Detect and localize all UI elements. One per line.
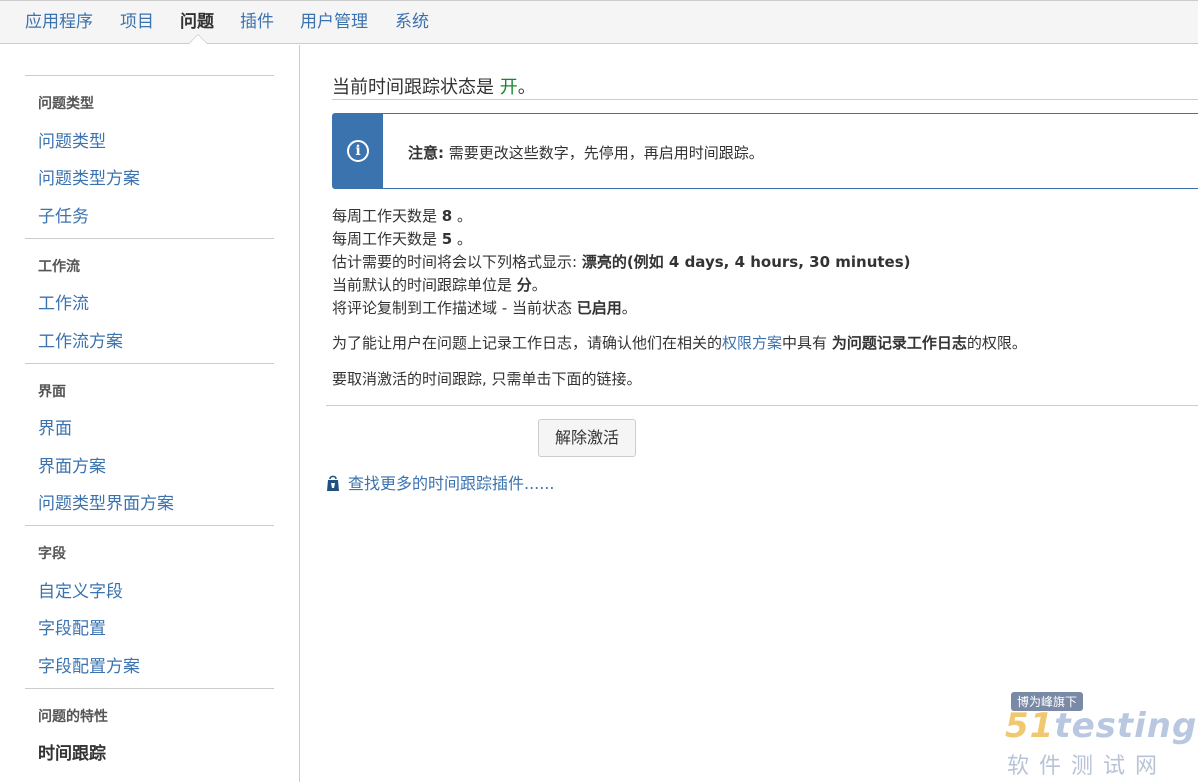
permission-schemes-link[interactable]: 权限方案 [722, 334, 782, 352]
status-value: 开 [499, 77, 518, 98]
sidebar-heading-issue-features: 问题的特性 [38, 709, 108, 725]
sidebar-divider [25, 688, 274, 689]
deactivate-note: 要取消激活的时间跟踪, 只需单击下面的链接。 [332, 370, 642, 388]
setting-value: 分 [516, 276, 532, 294]
setting-label: 每周工作天数是 [332, 207, 442, 225]
setting-label: 估计需要的时间将会以下列格式显示: [332, 253, 582, 271]
content-divider [326, 405, 1198, 406]
info-icon: i [347, 140, 369, 162]
setting-copy-comment: 将评论复制到工作描述域 - 当前状态 已启用。 [332, 297, 637, 318]
admin-sidebar: 问题类型 问题类型 问题类型方案 子任务 工作流 工作流 工作流方案 界面 界面… [0, 45, 300, 782]
sidebar-item-time-tracking[interactable]: 时间跟踪 [38, 739, 106, 764]
deactivate-button[interactable]: 解除激活 [538, 419, 636, 457]
permission-note: 为了能让用户在问题上记录工作日志，请确认他们在相关的权限方案中具有 为问题记录工… [332, 332, 1027, 353]
sidebar-item-screen-schemes[interactable]: 界面方案 [38, 452, 106, 477]
sidebar-item-workflows[interactable]: 工作流 [38, 289, 89, 314]
setting-time-format: 估计需要的时间将会以下列格式显示: 漂亮的(例如 4 days, 4 hours… [332, 251, 911, 272]
tab-system[interactable]: 系统 [395, 7, 429, 32]
setting-label: 当前默认的时间跟踪单位是 [332, 276, 517, 294]
setting-suffix: 。 [452, 230, 472, 248]
sidebar-heading-issue-types: 问题类型 [38, 96, 94, 112]
setting-working-days-per-week: 每周工作天数是 5 。 [332, 228, 472, 249]
setting-value: 8 [441, 207, 453, 225]
watermark-logo-number: 51 [1005, 706, 1055, 746]
info-notice: i 注意: 需要更改这些数字，先停用，再启用时间跟踪。 [332, 113, 1198, 189]
notice-message: 注意: 需要更改这些数字，先停用，再启用时间跟踪。 [408, 142, 764, 163]
sidebar-heading-workflows: 工作流 [38, 259, 80, 275]
setting-label: 将评论复制到工作描述域 - 当前状态 [332, 299, 577, 317]
find-plugins-link[interactable]: 查找更多的时间跟踪插件...... [326, 470, 555, 494]
watermark-logo: 51testing [1005, 706, 1197, 746]
header-divider [332, 99, 1198, 100]
setting-value: 漂亮的(例如 4 days, 4 hours, 30 minutes) [581, 253, 911, 271]
time-tracking-status: 当前时间跟踪状态是 开。 [332, 73, 536, 99]
sidebar-divider [25, 75, 274, 76]
find-plugins-text: 查找更多的时间跟踪插件...... [348, 474, 555, 493]
main-content: 当前时间跟踪状态是 开。 i 注意: 需要更改这些数字，先停用，再启用时间跟踪。… [300, 45, 1198, 782]
notice-label: 注意: [408, 144, 444, 162]
sidebar-item-screens[interactable]: 界面 [38, 414, 72, 439]
setting-value: 5 [441, 230, 453, 248]
setting-value: 已启用 [576, 299, 622, 317]
sidebar-item-custom-fields[interactable]: 自定义字段 [38, 577, 123, 602]
sidebar-item-issue-types[interactable]: 问题类型 [38, 127, 106, 152]
sidebar-divider [25, 363, 274, 364]
top-navigation: 应用程序 项目 问题 插件 用户管理 系统 [0, 0, 1198, 44]
status-prefix: 当前时间跟踪状态是 [332, 77, 500, 98]
tab-plugins[interactable]: 插件 [240, 7, 274, 32]
status-suffix: 。 [517, 77, 536, 98]
setting-working-days: 每周工作天数是 8 。 [332, 205, 472, 226]
sidebar-item-issue-type-screen-schemes[interactable]: 问题类型界面方案 [38, 489, 174, 514]
active-tab-indicator-fill [189, 35, 207, 44]
setting-suffix: 。 [621, 299, 637, 317]
permission-note-suffix: 的权限。 [966, 334, 1027, 352]
setting-suffix: 。 [452, 207, 472, 225]
sidebar-divider [25, 525, 274, 526]
sidebar-item-sub-tasks[interactable]: 子任务 [38, 202, 89, 227]
notice-bar: i [333, 114, 383, 188]
tab-user-management[interactable]: 用户管理 [300, 7, 368, 32]
tab-applications[interactable]: 应用程序 [25, 7, 93, 32]
sidebar-item-workflow-schemes[interactable]: 工作流方案 [38, 327, 123, 352]
tab-issues[interactable]: 问题 [180, 7, 214, 32]
setting-label: 每周工作天数是 [332, 230, 442, 248]
sidebar-item-field-configuration-schemes[interactable]: 字段配置方案 [38, 652, 140, 677]
watermark-logo-text: testing [1054, 706, 1198, 746]
watermark: 博为峰旗下 51testing 软件测试网 [1005, 690, 1197, 780]
tab-projects[interactable]: 项目 [120, 7, 154, 32]
permission-name: 为问题记录工作日志 [831, 334, 967, 352]
setting-suffix: 。 [531, 276, 547, 294]
sidebar-divider [25, 238, 274, 239]
notice-text: 需要更改这些数字，先停用，再启用时间跟踪。 [444, 144, 764, 162]
sidebar-heading-screens: 界面 [38, 384, 66, 400]
watermark-subtitle: 软件测试网 [1007, 754, 1168, 779]
permission-note-middle: 中具有 [782, 334, 832, 352]
setting-default-unit: 当前默认的时间跟踪单位是 分。 [332, 274, 547, 295]
sidebar-item-field-configurations[interactable]: 字段配置 [38, 614, 106, 639]
marketplace-bag-icon [327, 475, 339, 491]
sidebar-heading-fields: 字段 [38, 546, 66, 562]
permission-note-prefix: 为了能让用户在问题上记录工作日志，请确认他们在相关的 [332, 334, 723, 352]
sidebar-item-issue-type-schemes[interactable]: 问题类型方案 [38, 164, 140, 189]
